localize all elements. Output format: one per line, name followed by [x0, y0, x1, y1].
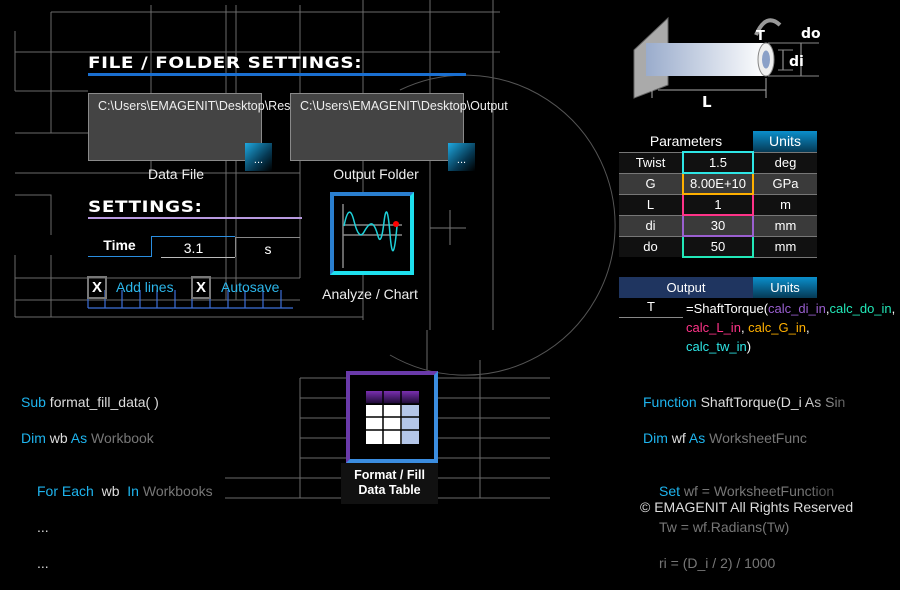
- parameter-value-input[interactable]: 8.00E+10: [682, 172, 754, 195]
- svg-text:L: L: [702, 93, 712, 110]
- parameters-header: Parameters: [649, 133, 723, 149]
- copyright: © EMAGENIT All Rights Reserved: [640, 499, 854, 515]
- settings-heading: SETTINGS:: [88, 197, 203, 216]
- code-snippet-right: Function ShaftTorque(D_i As Sin Dim wf A…: [643, 394, 846, 571]
- parameter-name: do: [619, 235, 683, 257]
- output-folder-label: Output Folder: [333, 166, 419, 182]
- parameter-unit: mm: [753, 214, 817, 237]
- parameter-unit: mm: [753, 235, 817, 258]
- format-fill-label: Format / Fill: [354, 468, 425, 482]
- svg-text:do: do: [801, 26, 821, 42]
- output-table: Output Units: [619, 277, 817, 298]
- svg-text:T: T: [756, 29, 765, 44]
- time-unit: s: [235, 237, 300, 257]
- units-header: Units: [753, 131, 817, 152]
- table-icon: [366, 391, 419, 444]
- parameter-name: G: [619, 172, 683, 194]
- parameter-value-input[interactable]: 30: [682, 214, 754, 237]
- parameter-name: di: [619, 214, 683, 236]
- add-lines-label[interactable]: Add lines: [116, 279, 174, 295]
- parameter-value-input[interactable]: 50: [682, 235, 754, 258]
- heading-divider: [88, 73, 466, 76]
- parameter-value-input[interactable]: 1: [682, 193, 754, 216]
- format-fill-label-2: Data Table: [358, 483, 421, 497]
- output-name: T: [619, 298, 683, 318]
- code-snippet-left: Sub format_fill_data( ) Dim wb As Workbo…: [21, 394, 213, 571]
- parameter-row: di 30 mm: [619, 214, 817, 237]
- parameter-row: G 8.00E+10 GPa: [619, 172, 817, 195]
- data-file-label: Data File: [147, 166, 205, 182]
- data-file-path-field[interactable]: C:\Users\EMAGENIT\Desktop\Results\Deflec…: [88, 93, 394, 161]
- parameter-value-input[interactable]: 1.5: [682, 151, 754, 174]
- shaft-diagram: T do di L: [633, 16, 821, 110]
- settings-divider: [88, 217, 302, 219]
- output-folder-path-field[interactable]: C:\Users\EMAGENIT\Desktop\Output: [290, 93, 508, 161]
- output-formula[interactable]: =ShaftTorque(calc_di_in,calc_do_in, calc…: [686, 299, 895, 356]
- parameter-unit: deg: [753, 151, 817, 174]
- svg-text:di: di: [789, 54, 804, 70]
- time-input-underline: [161, 257, 235, 258]
- format-fill-button[interactable]: [346, 371, 438, 463]
- output-header: Output: [619, 277, 753, 298]
- parameter-row: Twist 1.5 deg: [619, 151, 817, 174]
- output-units-header: Units: [753, 277, 817, 298]
- analyze-chart-button[interactable]: [330, 192, 414, 275]
- parameter-row: do 50 mm: [619, 235, 817, 258]
- time-label: Time: [88, 237, 151, 257]
- wave-chart-icon: [342, 204, 402, 268]
- parameter-unit: m: [753, 193, 817, 216]
- time-input[interactable]: 3.1: [151, 236, 235, 257]
- parameter-name: Twist: [619, 151, 683, 173]
- analyze-chart-label: Analyze / Chart: [322, 286, 418, 302]
- parameter-row: L1m: [619, 193, 817, 216]
- parameters-table: Parameters Units Twist 1.5 deg G 8.00E+10 GPa L…: [619, 131, 817, 258]
- parameter-name: L: [619, 193, 683, 215]
- autosave-label[interactable]: Autosave: [221, 279, 279, 295]
- file-folder-heading: FILE / FOLDER SETTINGS:: [88, 53, 363, 72]
- autosave-checkbox[interactable]: X: [191, 276, 211, 299]
- add-lines-checkbox[interactable]: X: [87, 276, 107, 299]
- parameter-unit: GPa: [753, 172, 817, 195]
